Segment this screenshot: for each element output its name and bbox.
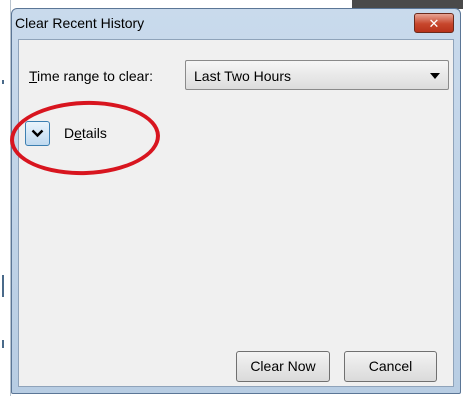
background-mark [2, 340, 4, 348]
time-range-select[interactable]: Last Two Hours [185, 60, 449, 90]
clear-history-dialog: Clear Recent History ✕ Time range to cle… [8, 8, 461, 394]
cancel-button[interactable]: Cancel [344, 351, 437, 382]
time-range-label: Time range to clear: [29, 68, 153, 84]
close-button[interactable]: ✕ [414, 13, 454, 33]
background-mark [2, 80, 4, 84]
chevron-down-icon [430, 73, 440, 79]
annotation-circle [8, 98, 162, 178]
background-mark [2, 275, 4, 297]
dialog-content: Time range to clear: Last Two Hours Deta… [8, 39, 454, 387]
close-icon: ✕ [428, 15, 440, 31]
time-range-value: Last Two Hours [194, 68, 292, 84]
dialog-title: Clear Recent History [15, 15, 145, 31]
clear-now-button[interactable]: Clear Now [236, 351, 330, 382]
